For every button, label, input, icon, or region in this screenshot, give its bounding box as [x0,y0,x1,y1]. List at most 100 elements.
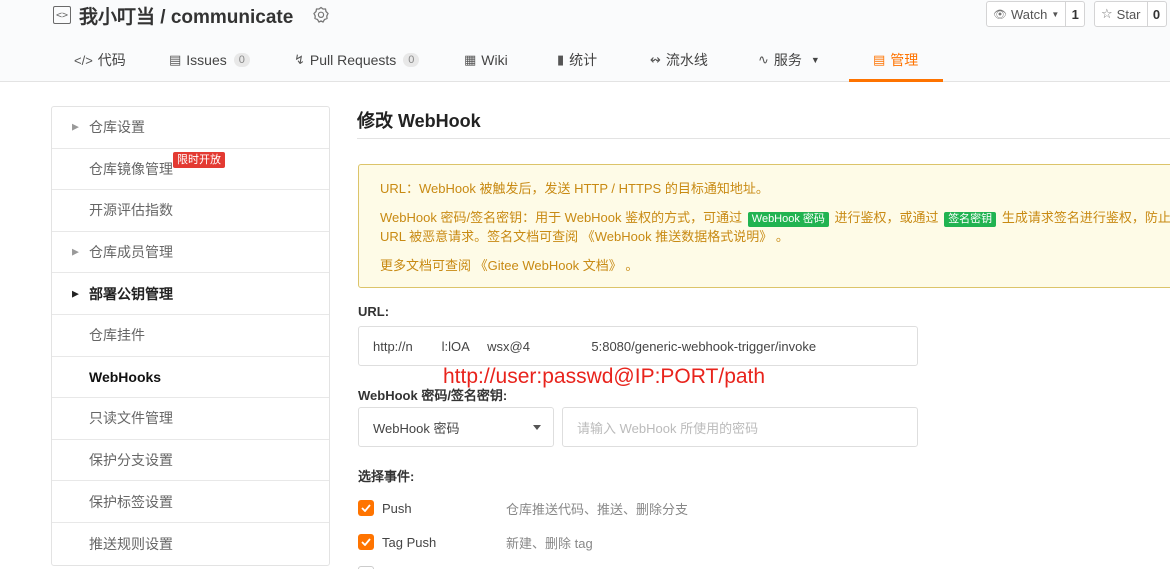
tab-label: Wiki [481,52,508,68]
pipeline-icon: ↭ [650,52,661,67]
url-value: http://n l:lOA wsx@4 5:8080/generic-webh… [373,338,817,354]
webhook-password-tag: WebHook 密码 [747,212,829,227]
sidebar-item-protected-branches[interactable]: 保护分支设置 [52,440,329,482]
repo-tabs: </> 代码 ▤ Issues 0 ↯ Pull Requests 0 ▦ Wi… [0,38,1170,82]
sidebar-item-mirror[interactable]: 仓库镜像管理 限时开放 [52,149,329,191]
notice-text: 。 [775,229,789,244]
tab-wiki[interactable]: ▦ Wiki [464,38,508,82]
tab-issues[interactable]: ▤ Issues 0 [169,38,250,82]
stats-icon: ▮ [557,52,565,67]
tab-label: Issues [186,52,227,68]
watch-button-group[interactable]: 👁︎ Watch ▼ 1 [986,1,1086,27]
tab-label: 代码 [97,52,126,68]
url-label: URL: [358,304,390,319]
tab-pull-requests[interactable]: ↯ Pull Requests 0 [294,38,420,82]
event-push[interactable]: Push 仓库推送代码、推送、删除分支 [358,498,688,518]
code-icon: </> [74,52,93,68]
repository-icon: <> [53,6,71,24]
caret-right-icon: ▶ [72,288,79,299]
sidebar-item-label: 推送规则设置 [89,535,173,552]
sidebar-item-widgets[interactable]: 仓库挂件 [52,315,329,357]
page-title: 修改 WebHook [357,111,481,131]
sidebar-item-label: 保护标签设置 [89,493,173,510]
repo-title: <> 我小叮当 / communicate [53,2,331,28]
eye-icon: 👁︎ [993,8,1007,21]
notice-secret-line: WebHook 密码/签名密钥：用于 WebHook 鉴权的方式，可通过 Web… [380,208,1170,246]
dropdown-arrow-icon [533,425,541,430]
tab-manage[interactable]: ▤ 管理 [873,38,918,82]
caret-right-icon: ▶ [72,246,79,257]
sidebar-item-label: 只读文件管理 [89,410,173,427]
sidebar-item-push-rules[interactable]: 推送规则设置 [52,523,329,565]
secret-type-select[interactable]: WebHook 密码 [358,407,554,447]
star-label: Star [1116,6,1141,22]
event-name: Push [382,500,412,516]
info-notice: URL：WebHook 被触发后，发送 HTTP / HTTPS 的目标通知地址… [358,164,1170,288]
sidebar-item-label: 仓库镜像管理 [89,160,173,177]
tag-push-checkbox[interactable] [358,534,374,550]
repo-name[interactable]: 我小叮当 / communicate [79,2,293,29]
star-count[interactable]: 0 [1148,2,1166,26]
sidebar-item-protected-tags[interactable]: 保护标签设置 [52,481,329,523]
gitee-webhook-doc-link[interactable]: 《Gitee WebHook 文档》 [475,258,622,273]
tab-label: 管理 [890,52,919,68]
format-doc-link[interactable]: 《WebHook 推送数据格式说明》 [582,229,772,244]
event-tag-push[interactable]: Tag Push 新建、删除 tag [358,532,593,552]
event-description: 仓库推送代码、推送、删除分支 [506,501,689,517]
sidebar-item-deploy-keys[interactable]: ▶ 部署公钥管理 [52,273,329,315]
notice-text: 更多文档可查阅 [380,258,472,273]
notice-docs-line: 更多文档可查阅 《Gitee WebHook 文档》 。 [380,256,1166,275]
certified-badge-icon [311,5,331,25]
secret-type-value: WebHook 密码 [373,420,460,436]
settings-sidebar: ▶ 仓库设置 仓库镜像管理 限时开放 开源评估指数 ▶ 仓库成员管理 ▶ 部署公… [51,106,330,566]
tab-stats[interactable]: ▮ 统计 [557,38,597,82]
limited-time-badge: 限时开放 [173,151,225,168]
star-button[interactable]: ☆ Star [1095,2,1148,26]
tab-label: 统计 [569,52,598,68]
repo-header: <> 我小叮当 / communicate 👁︎ Watch ▼ 1 ☆ Sta… [0,0,1170,82]
secret-placeholder: 请输入 WebHook 所使用的密码 [577,420,759,436]
star-button-group[interactable]: ☆ Star 0 [1094,1,1167,27]
watch-label: Watch [1010,6,1048,22]
pull-request-icon: ↯ [294,52,305,67]
sidebar-item-label: 仓库成员管理 [89,244,173,261]
issues-icon: ▤ [169,52,182,67]
wiki-icon: ▦ [464,52,477,67]
events-label: 选择事件: [358,469,415,484]
divider [357,138,1170,139]
secret-password-input[interactable]: 请输入 WebHook 所使用的密码 [562,407,918,447]
caret-down-icon: ▼ [1051,9,1060,19]
sidebar-item-label: WebHooks [89,368,162,385]
sidebar-item-members[interactable]: ▶ 仓库成员管理 [52,232,329,274]
star-icon: ☆ [1101,6,1113,21]
issues-count: 0 [233,53,250,67]
tab-code[interactable]: </> 代码 [74,38,126,82]
caret-right-icon: ▶ [72,121,79,132]
sidebar-item-label: 部署公钥管理 [89,285,173,302]
manage-icon: ▤ [873,52,886,67]
sidebar-item-webhooks[interactable]: WebHooks [52,357,329,399]
sidebar-item-readonly-files[interactable]: 只读文件管理 [52,398,329,440]
service-icon: ∿ [758,52,769,67]
notice-url-line: URL：WebHook 被触发后，发送 HTTP / HTTPS 的目标通知地址… [380,181,769,196]
notice-text: 。 [625,258,639,273]
sidebar-item-label: 仓库设置 [89,119,145,136]
tab-service[interactable]: ∿ 服务 ▼ [758,38,820,82]
sidebar-item-label: 保护分支设置 [89,452,173,469]
watch-count[interactable]: 1 [1066,2,1084,26]
tab-label: 服务 [773,52,802,68]
notice-text: 进行鉴权，或通过 [834,210,939,225]
sidebar-item-repo-settings[interactable]: ▶ 仓库设置 [52,107,329,149]
sidebar-item-oss-index[interactable]: 开源评估指数 [52,190,329,232]
tab-pipeline[interactable]: ↭ 流水线 [650,38,708,82]
event-description: 新建、删除 tag [506,535,593,551]
pull-requests-count: 0 [403,53,420,67]
sidebar-item-label: 仓库挂件 [89,327,145,344]
event-name: Tag Push [382,534,437,550]
sidebar-item-label: 开源评估指数 [89,202,173,219]
notice-text: WebHook 密码/签名密钥：用于 WebHook 鉴权的方式，可通过 [380,210,743,225]
caret-down-icon: ▼ [810,55,820,65]
watch-button[interactable]: 👁︎ Watch ▼ [987,2,1067,26]
push-checkbox[interactable] [358,500,374,516]
url-input[interactable]: http://n l:lOA wsx@4 5:8080/generic-webh… [358,326,918,366]
